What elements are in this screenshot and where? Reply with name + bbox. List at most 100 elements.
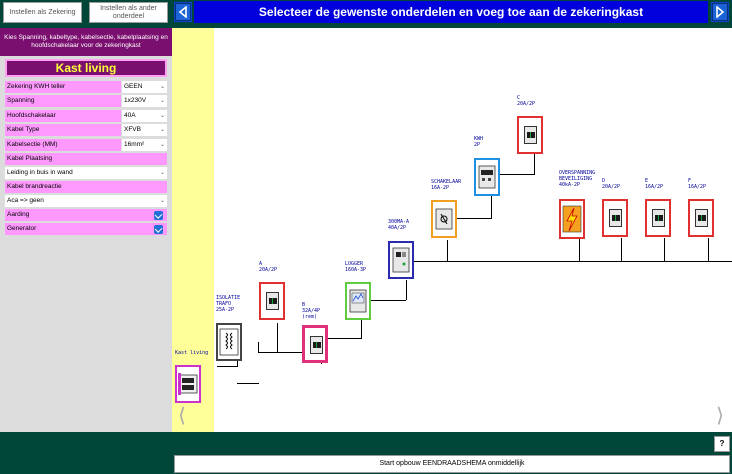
main-switch-select[interactable]: 40A ⌄ bbox=[122, 110, 167, 122]
cable-fire-reaction-select[interactable]: Aca => geen ⌄ bbox=[5, 195, 167, 207]
component-label: SCHAKELAAR 16A-2P bbox=[431, 179, 462, 191]
generator-label: Generator bbox=[7, 225, 37, 232]
generator-row: Generator bbox=[5, 223, 167, 235]
component-label: KWH 2P bbox=[474, 136, 484, 148]
chevron-down-icon: ⌄ bbox=[159, 170, 165, 176]
top-button-bar: Instellen als Zekering Instellen als and… bbox=[0, 0, 172, 28]
component-label: D 20A/2P bbox=[602, 178, 621, 190]
settings-panel: Kies Spanning, kabeltype, kabelsectie, k… bbox=[0, 28, 172, 474]
grounding-checkbox[interactable] bbox=[154, 211, 163, 220]
wire bbox=[258, 342, 259, 352]
wire bbox=[708, 238, 709, 262]
help-button[interactable]: ? bbox=[714, 436, 730, 452]
select-value: Aca => geen bbox=[7, 197, 44, 204]
component-label: 300MA-A 40A/2P bbox=[388, 219, 410, 231]
select-value: 1x230V bbox=[124, 97, 147, 104]
breaker-f-component[interactable] bbox=[688, 199, 714, 237]
field-label: Spanning bbox=[5, 95, 121, 107]
wire bbox=[217, 366, 237, 367]
select-value: 40A bbox=[124, 112, 136, 119]
kwh-fuse-select[interactable]: GEEN ⌄ bbox=[122, 81, 167, 93]
component-label: ISOLATIE TRAFO 25A-2P bbox=[216, 295, 241, 313]
field-kabel-type: Kabel Type XFVB ⌄ bbox=[5, 124, 167, 136]
start-single-line-diagram-button[interactable]: Start opbouw EENDRAADSHEMA onmiddellijk bbox=[174, 455, 730, 473]
cable-placement-select[interactable]: Leiding in buis in wand ⌄ bbox=[5, 167, 167, 179]
select-value: 16mm² bbox=[124, 141, 145, 148]
component-label: Kast living bbox=[175, 350, 209, 356]
breaker-switch bbox=[655, 215, 663, 221]
arrow-left-icon bbox=[175, 3, 191, 21]
chevron-down-icon: ⌄ bbox=[159, 113, 165, 119]
component-label: OVERSPANNING BEVEILIGING 40kA-2P bbox=[559, 170, 596, 188]
component-label: LOGGER 160A-3P bbox=[345, 261, 367, 273]
logger-component[interactable] bbox=[345, 282, 371, 320]
cable-fire-reaction-label: Kabel brandreactie bbox=[5, 181, 167, 193]
cabinet-icon bbox=[178, 373, 198, 395]
breaker-switch bbox=[527, 132, 535, 138]
component-label: F 16A/2P bbox=[688, 178, 707, 190]
breaker-a-component[interactable] bbox=[259, 282, 285, 320]
breaker-d-component[interactable] bbox=[602, 199, 628, 237]
kwh-meter-component[interactable] bbox=[474, 158, 500, 196]
voltage-select[interactable]: 1x230V ⌄ bbox=[122, 95, 167, 107]
breaker-e-component[interactable] bbox=[645, 199, 671, 237]
kwh-meter-icon bbox=[478, 165, 496, 189]
grounding-label: Aarding bbox=[7, 211, 30, 218]
wire bbox=[406, 280, 407, 300]
select-value: Leiding in buis in wand bbox=[7, 169, 73, 176]
component-label: E 16A/2P bbox=[645, 178, 664, 190]
breaker-icon bbox=[310, 336, 323, 354]
cable-placement-label: Kabel Plaatsing bbox=[5, 153, 167, 165]
cabinet-component[interactable] bbox=[175, 365, 201, 403]
field-zekering-kwh: Zekering KWH teller GEEN ⌄ bbox=[5, 81, 167, 93]
rcd-icon bbox=[392, 247, 410, 273]
surge-protection-component[interactable] bbox=[559, 199, 585, 239]
header: Selecteer de gewenste onderdelen en voeg… bbox=[172, 0, 732, 28]
cable-type-select[interactable]: XFVB ⌄ bbox=[122, 124, 167, 136]
page-title: Selecteer de gewenste onderdelen en voeg… bbox=[194, 1, 708, 23]
cable-section-select[interactable]: 16mm² ⌄ bbox=[122, 139, 167, 151]
generator-checkbox[interactable] bbox=[154, 225, 163, 234]
set-as-other-button[interactable]: Instellen als ander onderdeel bbox=[89, 2, 168, 23]
wire bbox=[491, 196, 492, 218]
set-as-fuse-button[interactable]: Instellen als Zekering bbox=[3, 2, 82, 23]
isolation-transformer-component[interactable] bbox=[216, 323, 242, 361]
wire bbox=[534, 154, 535, 174]
select-value: GEEN bbox=[124, 83, 143, 90]
wire bbox=[621, 238, 622, 262]
next-button[interactable] bbox=[711, 2, 729, 22]
cabinet-title: Kast living bbox=[5, 59, 167, 77]
wire bbox=[322, 338, 362, 339]
field-label: Kabelsectie (MM) bbox=[5, 139, 121, 151]
breaker-switch bbox=[313, 342, 321, 348]
transformer-icon bbox=[219, 328, 239, 356]
wire bbox=[361, 320, 362, 339]
scroll-right-icon[interactable]: ⟩ bbox=[714, 406, 726, 428]
field-hoofdschakelaar: Hoofdschakelaar 40A ⌄ bbox=[5, 110, 167, 122]
component-label: C 20A/2P bbox=[517, 95, 536, 107]
component-label: B 32A/4P (rem) bbox=[302, 302, 321, 320]
wire-busbar bbox=[406, 261, 732, 262]
field-spanning: Spanning 1x230V ⌄ bbox=[5, 95, 167, 107]
scroll-left-icon[interactable]: ⟨ bbox=[176, 406, 188, 428]
wire bbox=[237, 383, 259, 384]
component-label: A 20A/2P bbox=[259, 261, 278, 273]
breaker-icon bbox=[266, 292, 279, 310]
select-value: XFVB bbox=[124, 126, 141, 133]
wire bbox=[277, 323, 278, 353]
breaker-icon bbox=[652, 209, 665, 227]
rcd-component[interactable] bbox=[388, 241, 414, 279]
previous-button[interactable] bbox=[174, 2, 192, 22]
breaker-c-component[interactable] bbox=[517, 116, 543, 154]
breaker-b-component[interactable] bbox=[302, 325, 328, 363]
logger-icon bbox=[349, 289, 367, 313]
chevron-down-icon: ⌄ bbox=[159, 84, 165, 90]
field-kabelsectie: Kabelsectie (MM) 16mm² ⌄ bbox=[5, 139, 167, 151]
arrow-right-icon bbox=[712, 3, 728, 21]
lightning-icon bbox=[562, 205, 582, 233]
wire bbox=[447, 240, 448, 262]
diagram-canvas[interactable]: Kast living ISOLATIE TRAFO 25A-2P A 20A/… bbox=[172, 28, 732, 432]
breaker-icon bbox=[609, 209, 622, 227]
field-label: Kabel Type bbox=[5, 124, 121, 136]
switch-component[interactable] bbox=[431, 200, 457, 238]
